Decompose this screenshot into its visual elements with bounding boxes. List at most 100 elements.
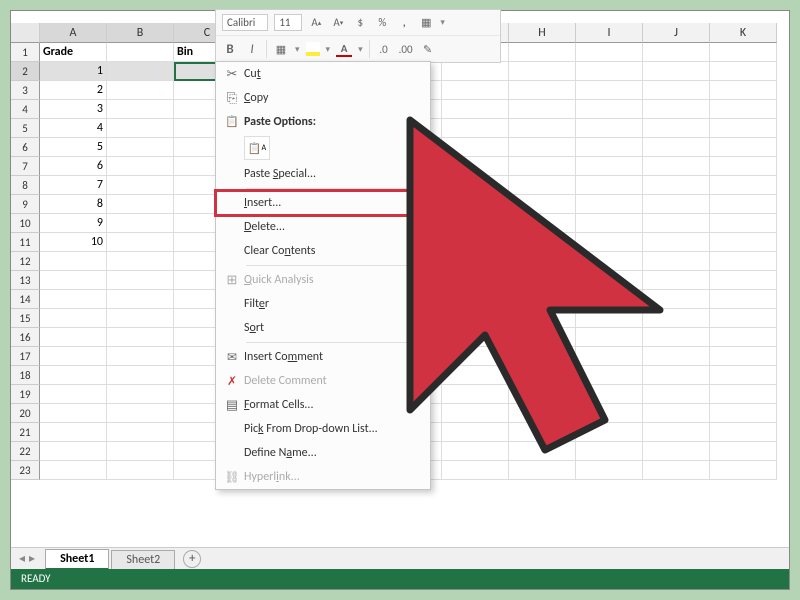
decrease-decimal-icon[interactable]: .0 <box>376 41 392 57</box>
cell[interactable] <box>576 442 643 461</box>
cell[interactable] <box>107 81 174 100</box>
percent-icon[interactable]: % <box>374 15 390 31</box>
cell[interactable] <box>576 366 643 385</box>
row-header[interactable]: 12 <box>11 252 40 271</box>
cell[interactable] <box>40 404 107 423</box>
cell[interactable] <box>643 366 710 385</box>
cell[interactable] <box>710 423 777 442</box>
menu-format-cells[interactable]: Format Cells... <box>216 393 430 417</box>
cell[interactable] <box>509 81 576 100</box>
cell[interactable] <box>107 404 174 423</box>
cell[interactable] <box>576 43 643 62</box>
cell[interactable]: 10 <box>40 233 107 252</box>
cell[interactable] <box>576 309 643 328</box>
cell[interactable] <box>643 252 710 271</box>
cell[interactable] <box>710 271 777 290</box>
row-header[interactable]: 1 <box>11 43 40 62</box>
cell[interactable] <box>576 195 643 214</box>
row-header[interactable]: 14 <box>11 290 40 309</box>
cell[interactable] <box>576 385 643 404</box>
fill-color-icon[interactable] <box>306 42 320 56</box>
cell[interactable] <box>643 195 710 214</box>
cell[interactable] <box>576 119 643 138</box>
cell[interactable] <box>509 233 576 252</box>
cell[interactable] <box>643 119 710 138</box>
cell[interactable] <box>107 214 174 233</box>
cell[interactable] <box>643 233 710 252</box>
increase-decimal-icon[interactable]: .00 <box>398 41 414 57</box>
cell[interactable] <box>643 461 710 480</box>
cell[interactable] <box>710 43 777 62</box>
cell[interactable] <box>509 290 576 309</box>
cell[interactable] <box>710 347 777 366</box>
cell[interactable] <box>509 252 576 271</box>
cell[interactable] <box>710 62 777 81</box>
col-header-A[interactable]: A <box>40 23 107 43</box>
cell[interactable] <box>643 176 710 195</box>
cell[interactable] <box>509 347 576 366</box>
cell[interactable] <box>442 366 509 385</box>
cell[interactable] <box>643 423 710 442</box>
borders-icon[interactable]: ▦ <box>273 41 289 57</box>
row-header[interactable]: 20 <box>11 404 40 423</box>
cell[interactable] <box>710 328 777 347</box>
menu-insert-comment[interactable]: Insert Comment <box>216 345 430 369</box>
font-color-icon[interactable]: A <box>336 41 352 57</box>
cell[interactable] <box>107 157 174 176</box>
cell[interactable] <box>509 214 576 233</box>
cell[interactable] <box>442 195 509 214</box>
menu-pick-list[interactable]: Pick From Drop-down List... <box>216 417 430 441</box>
cell[interactable] <box>509 271 576 290</box>
add-sheet-button[interactable]: + <box>183 550 201 568</box>
cell[interactable] <box>710 81 777 100</box>
conditional-format-icon[interactable]: ▦ <box>418 15 434 31</box>
col-header-J[interactable]: J <box>643 23 710 43</box>
row-header[interactable]: 3 <box>11 81 40 100</box>
bold-button[interactable]: B <box>222 41 238 57</box>
cell[interactable] <box>710 404 777 423</box>
cell[interactable] <box>442 119 509 138</box>
cell[interactable] <box>710 214 777 233</box>
tab-nav-last-icon[interactable]: ▸ <box>29 551 35 566</box>
cell[interactable] <box>442 157 509 176</box>
row-header[interactable]: 5 <box>11 119 40 138</box>
row-header[interactable]: 9 <box>11 195 40 214</box>
decrease-font-icon[interactable]: A▾ <box>330 15 346 31</box>
cell[interactable] <box>509 157 576 176</box>
row-header[interactable]: 11 <box>11 233 40 252</box>
cell[interactable] <box>442 442 509 461</box>
cell[interactable] <box>576 271 643 290</box>
cell[interactable] <box>442 81 509 100</box>
font-name-combo[interactable]: Calibri <box>222 14 268 31</box>
cell[interactable] <box>576 252 643 271</box>
cell[interactable] <box>442 404 509 423</box>
cell[interactable] <box>40 328 107 347</box>
cell[interactable] <box>40 423 107 442</box>
cell[interactable] <box>576 461 643 480</box>
row-header[interactable]: 10 <box>11 214 40 233</box>
cell[interactable] <box>107 366 174 385</box>
row-header[interactable]: 19 <box>11 385 40 404</box>
cell[interactable] <box>576 81 643 100</box>
cell[interactable] <box>107 271 174 290</box>
cell[interactable] <box>710 157 777 176</box>
cell[interactable] <box>442 385 509 404</box>
cell[interactable] <box>710 252 777 271</box>
cell[interactable]: 7 <box>40 176 107 195</box>
cell[interactable]: 3 <box>40 100 107 119</box>
cell[interactable] <box>442 271 509 290</box>
cell[interactable] <box>442 62 509 81</box>
cell[interactable] <box>442 328 509 347</box>
cell[interactable]: 4 <box>40 119 107 138</box>
sheet-tab-2[interactable]: Sheet2 <box>111 550 175 569</box>
cell[interactable] <box>576 176 643 195</box>
cell[interactable] <box>643 43 710 62</box>
cell[interactable]: 8 <box>40 195 107 214</box>
cell[interactable] <box>643 100 710 119</box>
cell[interactable]: 1 <box>40 62 107 81</box>
cell[interactable] <box>107 442 174 461</box>
cell[interactable] <box>107 119 174 138</box>
cell[interactable] <box>710 138 777 157</box>
cell[interactable] <box>40 290 107 309</box>
row-header[interactable]: 13 <box>11 271 40 290</box>
